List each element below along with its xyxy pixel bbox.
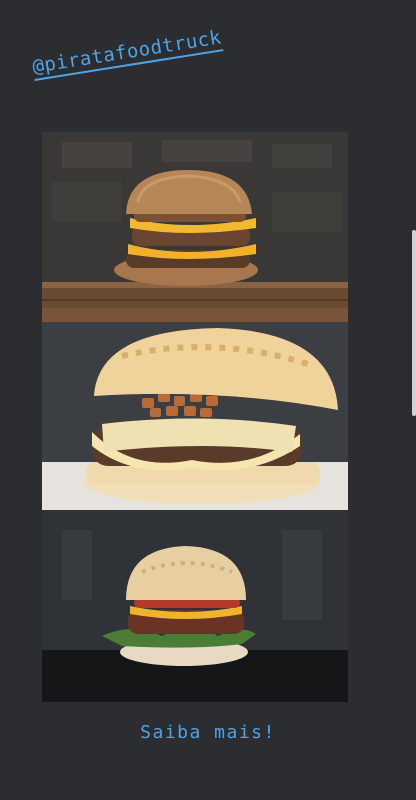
burger-photo-collage bbox=[42, 132, 348, 702]
mention-handle-text[interactable]: @piratafoodtruck bbox=[30, 26, 224, 81]
photo-double-cheeseburger bbox=[42, 132, 348, 322]
scrollbar-thumb[interactable] bbox=[412, 230, 416, 416]
photo-lettuce-burger bbox=[42, 510, 348, 702]
story-screen: @piratafoodtruck Saiba mais! bbox=[0, 0, 416, 800]
photo-bacon-cheeseburger bbox=[42, 322, 348, 510]
mention-tag[interactable]: @piratafoodtruck bbox=[30, 8, 343, 96]
saiba-mais-link[interactable]: Saiba mais! bbox=[0, 722, 416, 743]
